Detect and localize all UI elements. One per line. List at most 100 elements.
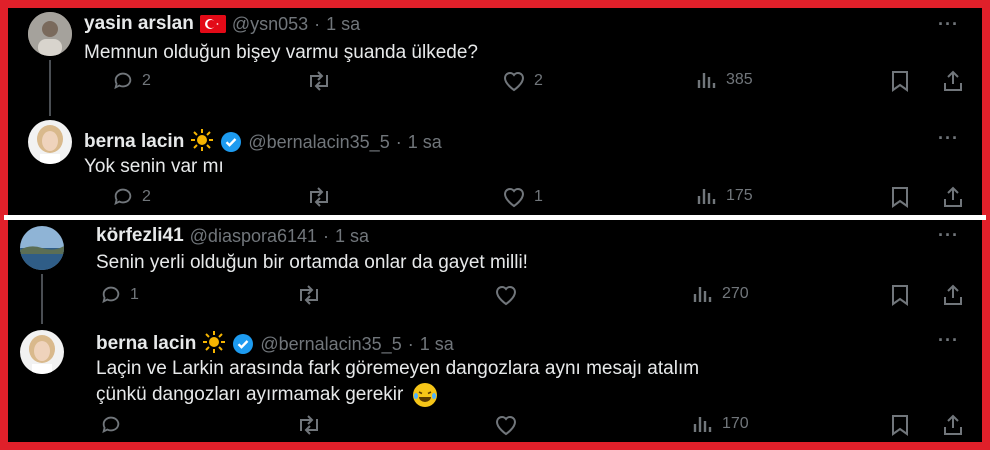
- avatar[interactable]: [28, 120, 72, 164]
- share-button[interactable]: [942, 284, 964, 306]
- repost-button[interactable]: [306, 186, 332, 208]
- separator-dot: ·: [395, 131, 402, 152]
- author-handle[interactable]: @bernalacin35_5: [248, 132, 389, 153]
- reply-count: 2: [142, 188, 151, 205]
- view-count: 175: [726, 187, 753, 204]
- like-button[interactable]: 2: [502, 70, 543, 92]
- reply-button[interactable]: 2: [112, 70, 151, 92]
- author-name[interactable]: yasin arslan: [84, 13, 194, 35]
- repost-button[interactable]: [296, 414, 322, 436]
- sun-icon: [202, 330, 226, 358]
- bookmark-icon: [892, 285, 908, 306]
- tweet-text-line-1: Laçin ve Larkin arasında fark göremeyen …: [96, 358, 700, 379]
- share-button[interactable]: [942, 186, 964, 208]
- author-handle[interactable]: @bernalacin35_5: [260, 334, 401, 355]
- timestamp[interactable]: 1 sa: [335, 226, 369, 247]
- bookmark-icon: [892, 71, 908, 92]
- more-options-icon[interactable]: ···: [938, 330, 959, 351]
- views-icon: [697, 73, 716, 88]
- tweet-2[interactable]: berna lacin @bernalacin35_5 · 1 sa ··· Y…: [8, 116, 982, 215]
- views-button[interactable]: 170: [692, 414, 749, 434]
- separator-dot: ·: [407, 333, 414, 354]
- tweet-4[interactable]: berna lacin @bernalacin35_5 · 1 sa ··· L…: [8, 324, 982, 442]
- turkey-flag-icon: [199, 15, 226, 33]
- repost-icon: [300, 415, 318, 435]
- views-button[interactable]: 270: [692, 284, 749, 304]
- views-button[interactable]: 175: [696, 186, 753, 206]
- reply-button[interactable]: 2: [112, 186, 151, 208]
- thread-line: [49, 60, 51, 116]
- bookmark-button[interactable]: [890, 186, 910, 208]
- tweet-1[interactable]: yasin arslan @ysn053 · 1 sa ··· Memnun o…: [8, 8, 982, 116]
- reply-count: 2: [142, 72, 151, 89]
- more-options-icon[interactable]: ···: [938, 14, 959, 35]
- timestamp[interactable]: 1 sa: [420, 334, 454, 355]
- more-options-icon[interactable]: ···: [938, 128, 959, 149]
- action-bar: 170: [96, 414, 976, 440]
- tweet-header: yasin arslan @ysn053 · 1 sa: [84, 13, 360, 35]
- top-thread-panel: yasin arslan @ysn053 · 1 sa ··· Memnun o…: [8, 8, 982, 215]
- bottom-thread-panel: körfezli41 @diaspora6141 · 1 sa ··· Seni…: [8, 220, 982, 442]
- reply-button[interactable]: 1: [100, 284, 139, 306]
- reply-icon: [114, 72, 132, 90]
- view-count: 170: [722, 415, 749, 432]
- avatar-image: [20, 330, 64, 374]
- avatar-image: [28, 120, 72, 164]
- action-bar: 1 270: [96, 284, 976, 310]
- share-button[interactable]: [942, 70, 964, 92]
- repost-button[interactable]: [306, 70, 332, 92]
- timestamp[interactable]: 1 sa: [408, 132, 442, 153]
- author-name[interactable]: berna lacin: [84, 131, 184, 153]
- share-icon: [944, 414, 962, 435]
- tweet-text-line-2: çünkü dangozları ayırmamak gerekir: [96, 382, 437, 408]
- tweet-text: Yok senin var mı: [84, 156, 224, 177]
- reply-button[interactable]: [100, 414, 122, 436]
- like-count: 1: [534, 188, 543, 205]
- view-count: 270: [722, 285, 749, 302]
- author-handle[interactable]: @diaspora6141: [190, 226, 317, 247]
- heart-icon: [503, 72, 525, 92]
- like-button[interactable]: [494, 414, 518, 436]
- avatar-image: [28, 12, 72, 56]
- separator-dot: ·: [314, 13, 321, 34]
- author-name[interactable]: berna lacin: [96, 333, 196, 355]
- thread-line: [41, 274, 43, 324]
- share-icon: [944, 70, 962, 91]
- like-button[interactable]: 1: [502, 186, 543, 208]
- more-options-icon[interactable]: ···: [938, 225, 959, 246]
- heart-icon: [503, 188, 525, 208]
- tweet-3[interactable]: körfezli41 @diaspora6141 · 1 sa ··· Seni…: [8, 220, 982, 324]
- views-icon: [693, 417, 712, 432]
- verified-badge-icon: [220, 131, 242, 153]
- bookmark-icon: [892, 415, 908, 436]
- timestamp[interactable]: 1 sa: [326, 14, 360, 35]
- bookmark-button[interactable]: [890, 414, 910, 436]
- author-handle[interactable]: @ysn053: [232, 14, 308, 35]
- reply-count: 1: [130, 286, 139, 303]
- avatar[interactable]: [28, 12, 72, 56]
- verified-badge-icon: [232, 333, 254, 355]
- bookmark-button[interactable]: [890, 284, 910, 306]
- avatar[interactable]: [20, 330, 64, 374]
- share-button[interactable]: [942, 414, 964, 436]
- views-icon: [697, 189, 716, 204]
- tweet-text: Memnun olduğun bişey varmu şuanda ülkede…: [84, 42, 478, 63]
- tweet-text-line-2-content: çünkü dangozları ayırmamak gerekir: [96, 384, 404, 405]
- reply-icon: [102, 416, 120, 434]
- repost-button[interactable]: [296, 284, 322, 306]
- sun-icon: [190, 128, 214, 156]
- author-name[interactable]: körfezli41: [96, 225, 184, 247]
- tweet-text: Senin yerli olduğun bir ortamda onlar da…: [96, 252, 528, 273]
- reply-icon: [102, 286, 120, 304]
- views-icon: [693, 287, 712, 302]
- tweet-header: körfezli41 @diaspora6141 · 1 sa: [96, 225, 369, 247]
- avatar-image: [20, 226, 64, 270]
- avatar[interactable]: [20, 226, 64, 270]
- bookmark-button[interactable]: [890, 70, 910, 92]
- share-icon: [944, 186, 962, 207]
- laughing-tears-emoji-icon: [412, 382, 437, 407]
- views-button[interactable]: 385: [696, 70, 753, 90]
- tweet-header: berna lacin @bernalacin35_5 · 1 sa: [84, 128, 442, 156]
- like-button[interactable]: [494, 284, 518, 306]
- heart-icon: [495, 416, 517, 436]
